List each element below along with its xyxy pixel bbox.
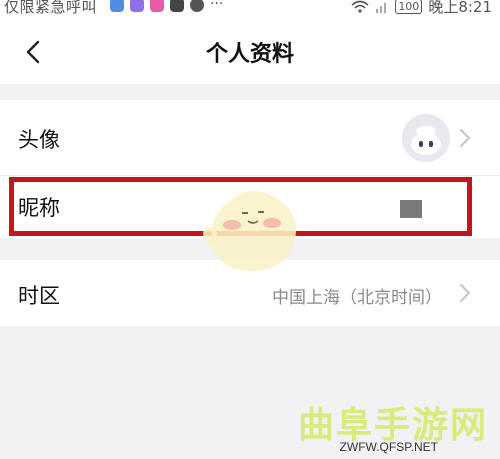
battery-icon: 100 [395, 0, 423, 14]
timezone-label: 时区 [18, 284, 60, 308]
notification-icons: ··· [110, 0, 223, 12]
page-title: 个人资料 [205, 42, 294, 67]
chevron-right-icon [460, 284, 471, 302]
timezone-value: 中国上海（北京时间） [272, 288, 442, 308]
game-app-icon [150, 0, 164, 12]
timezone-row[interactable]: 时区 中国上海（北京时间） [0, 260, 500, 326]
chevron-right-icon [460, 129, 471, 147]
nickname-row[interactable]: 昵称 [0, 176, 500, 238]
navigation-bar: 个人资料 [0, 18, 500, 84]
chat-app-icon [130, 0, 144, 12]
nickname-value-redacted [400, 200, 422, 218]
watermark-url: ZWFW.QFSP.NET [339, 440, 438, 454]
clock: 晚上8:21 [428, 0, 492, 16]
signal-icon [376, 2, 387, 13]
network-status-text: 仅限紧急呼叫 [4, 0, 98, 16]
bulb-app-icon [110, 0, 124, 12]
status-bar: 仅限紧急呼叫 ··· 100 晚上8:21 [0, 0, 500, 18]
wechat-icon [190, 0, 204, 12]
robot-avatar-icon [402, 114, 450, 162]
watermark: 曲阜手游网 ZWFW.QFSP.NET [290, 396, 496, 458]
avatar-label: 头像 [18, 128, 60, 152]
video-app-icon [170, 0, 184, 12]
nickname-label: 昵称 [18, 196, 60, 220]
more-notifications: ··· [210, 0, 224, 12]
wifi-icon [351, 0, 369, 13]
status-right: 100 晚上8:21 [351, 0, 492, 17]
avatar-row[interactable]: 头像 [0, 100, 500, 176]
avatar[interactable] [402, 114, 450, 162]
